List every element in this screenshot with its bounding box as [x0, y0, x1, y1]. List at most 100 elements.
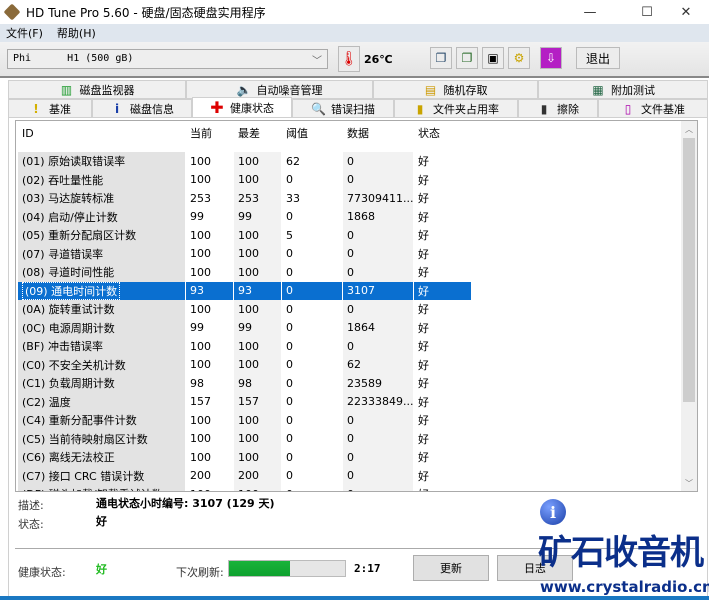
col-status[interactable]: 状态	[414, 122, 471, 144]
cell-text: 好	[418, 284, 429, 298]
info-icon[interactable]: i	[540, 499, 566, 525]
tab-bar: ▥ 磁盘监视器 🔈 自动噪音管理 ▤ 随机存取 ▦ 附加测试 ! 基准 i 磁盘信息 ✚ 健康…	[8, 80, 708, 118]
scroll-down-icon[interactable]: ﹀	[681, 475, 697, 491]
cell-text: 好	[418, 451, 429, 465]
col-id[interactable]: ID	[18, 122, 185, 144]
tab-folder-usage[interactable]: ▮ 文件夹占用率	[394, 99, 518, 118]
vertical-scrollbar[interactable]: ︿ ﹀	[681, 121, 697, 491]
table-cell: (02) 吞吐量性能	[18, 170, 185, 189]
table-cell: 99	[234, 318, 281, 337]
cell-text: 33	[286, 191, 300, 205]
close-button[interactable]: ✕	[663, 0, 709, 24]
table-cell: 0	[343, 466, 413, 485]
table-cell: 93	[234, 281, 281, 300]
drive-select[interactable]: Phi H1 (500 gB) ﹀	[7, 49, 328, 69]
table-cell: 100	[234, 411, 281, 430]
menu-file[interactable]: 文件(F)	[6, 25, 43, 41]
cell-text: 100	[238, 413, 259, 427]
table-row[interactable]: (C6) 离线无法校正 100 100 0 0 好	[16, 448, 472, 467]
cell-text: 0	[286, 173, 293, 187]
magnifier-icon: 🔍	[311, 101, 326, 116]
cell-text: 0	[286, 339, 293, 353]
table-cell: 好	[414, 485, 471, 491]
table-row[interactable]: (02) 吞吐量性能 100 100 0 0 好	[16, 170, 472, 189]
table-cell: 0	[282, 485, 342, 491]
col-worst[interactable]: 最差	[234, 122, 281, 144]
tab-label: 自动噪音管理	[256, 83, 323, 97]
tab-disk-monitor[interactable]: ▥ 磁盘监视器	[8, 80, 186, 99]
table-row[interactable]: (C0) 不安全关机计数 100 100 0 62 好	[16, 355, 472, 374]
table-cell: (04) 启动/停止计数	[18, 207, 185, 226]
file-benchmark-icon: ▯	[624, 101, 632, 116]
tab-random-access[interactable]: ▤ 随机存取	[373, 80, 538, 99]
watermark-url: www.crystalradio.cn	[540, 578, 709, 596]
table-cell: 好	[414, 263, 471, 282]
table-row[interactable]: (0A) 旋转重试计数 100 100 0 0 好	[16, 300, 472, 319]
scroll-thumb[interactable]	[683, 138, 695, 402]
table-row[interactable]: (09) 通电时间计数 93 93 0 3107 好	[16, 281, 472, 300]
temperature-readout: 26℃	[364, 53, 393, 66]
smart-table: ID 当前 最差 阈值 数据 状态 (01) 原始读取错误率 100 100 62 0 好…	[15, 120, 698, 492]
cell-text: 1864	[347, 321, 375, 335]
cell-text: 0	[347, 469, 354, 483]
tab-file-benchmark[interactable]: ▯ 文件基准	[598, 99, 708, 118]
table-row[interactable]: (01) 原始读取错误率 100 100 62 0 好	[16, 152, 472, 171]
table-cell: 好	[414, 430, 471, 449]
cell-text: (C0) 不安全关机计数	[22, 358, 126, 372]
table-row[interactable]: (C4) 重新分配事件计数 100 100 0 0 好	[16, 411, 472, 430]
camera-icon: ▣	[487, 51, 499, 65]
table-row[interactable]: (04) 启动/停止计数 99 99 0 1868 好	[16, 207, 472, 226]
table-row[interactable]: (08) 寻道时间性能 100 100 0 0 好	[16, 263, 472, 282]
save-button[interactable]: ⇩	[540, 47, 562, 69]
table-cell: 3107	[343, 281, 413, 300]
table-row[interactable]: (0C) 电源周期计数 99 99 0 1864 好	[16, 318, 472, 337]
tab-error-scan[interactable]: 🔍 错误扫描	[292, 99, 394, 118]
table-row[interactable]: (DF) 磁头加载/卸载重试计数 100 100 0 0 好	[16, 485, 472, 491]
menu-help[interactable]: 帮助(H)	[57, 25, 96, 41]
table-cell: (07) 寻道错误率	[18, 244, 185, 263]
tab-health[interactable]: ✚ 健康状态	[192, 97, 292, 118]
table-row[interactable]: (BF) 冲击错误率 100 100 0 0 好	[16, 337, 472, 356]
table-cell: 100	[234, 448, 281, 467]
cell-text: 100	[190, 247, 211, 261]
tab-erase[interactable]: ▮ 擦除	[518, 99, 598, 118]
table-row[interactable]: (C1) 负载周期计数 98 98 0 23589 好	[16, 374, 472, 393]
tab-benchmark[interactable]: ! 基准	[8, 99, 92, 118]
tab-disk-info[interactable]: i 磁盘信息	[92, 99, 192, 118]
table-row[interactable]: (07) 寻道错误率 100 100 0 0 好	[16, 244, 472, 264]
table-cell: 5	[282, 226, 342, 245]
copy-info-button[interactable]: ❐	[430, 47, 452, 69]
table-row[interactable]: (03) 马达旋转标准 253 253 33 77309411... 好	[16, 189, 472, 208]
cell-text: (07) 寻道错误率	[22, 247, 104, 261]
col-current[interactable]: 当前	[186, 122, 233, 144]
screenshot-button[interactable]: ▣	[482, 47, 504, 69]
col-threshold[interactable]: 阈值	[282, 122, 342, 144]
cell-text: 62	[286, 154, 300, 168]
speaker-icon: 🔈	[236, 82, 252, 97]
exit-button[interactable]: 退出	[576, 47, 620, 69]
update-button[interactable]: 更新	[413, 555, 489, 581]
table-cell: 0	[282, 393, 342, 412]
cell-text: 22333849...	[347, 395, 413, 409]
cell-text: 0	[286, 358, 293, 372]
cell-text: (C4) 重新分配事件计数	[22, 414, 137, 428]
table-cell: (C2) 温度	[18, 392, 185, 411]
table-row[interactable]: (C7) 接口 CRC 错误计数 200 200 0 0 好	[16, 466, 472, 485]
scroll-up-icon[interactable]: ︿	[681, 121, 697, 137]
cell-text: 0	[286, 413, 293, 427]
table-row[interactable]: (C5) 当前待映射扇区计数 100 100 0 0 好	[16, 429, 472, 449]
tab-label: 文件夹占用率	[433, 102, 499, 116]
table-row[interactable]: (05) 重新分配扇区计数 100 100 5 0 好	[16, 226, 472, 245]
options-button[interactable]: ⚙	[508, 47, 530, 69]
table-cell: 98	[186, 374, 233, 393]
tab-extra-tests[interactable]: ▦ 附加测试	[538, 80, 708, 99]
table-cell: 100	[186, 245, 233, 264]
watermark-logo: 矿石收音机	[538, 533, 704, 573]
col-data[interactable]: 数据	[343, 122, 413, 144]
thermometer-icon: 🌡	[338, 46, 360, 72]
copy-all-button[interactable]: ❐	[456, 47, 478, 69]
table-cell: 1864	[343, 318, 413, 337]
cell-text: 0	[286, 488, 293, 491]
table-row[interactable]: (C2) 温度 157 157 0 22333849... 好	[16, 392, 472, 412]
minimize-button[interactable]: —	[567, 0, 613, 24]
